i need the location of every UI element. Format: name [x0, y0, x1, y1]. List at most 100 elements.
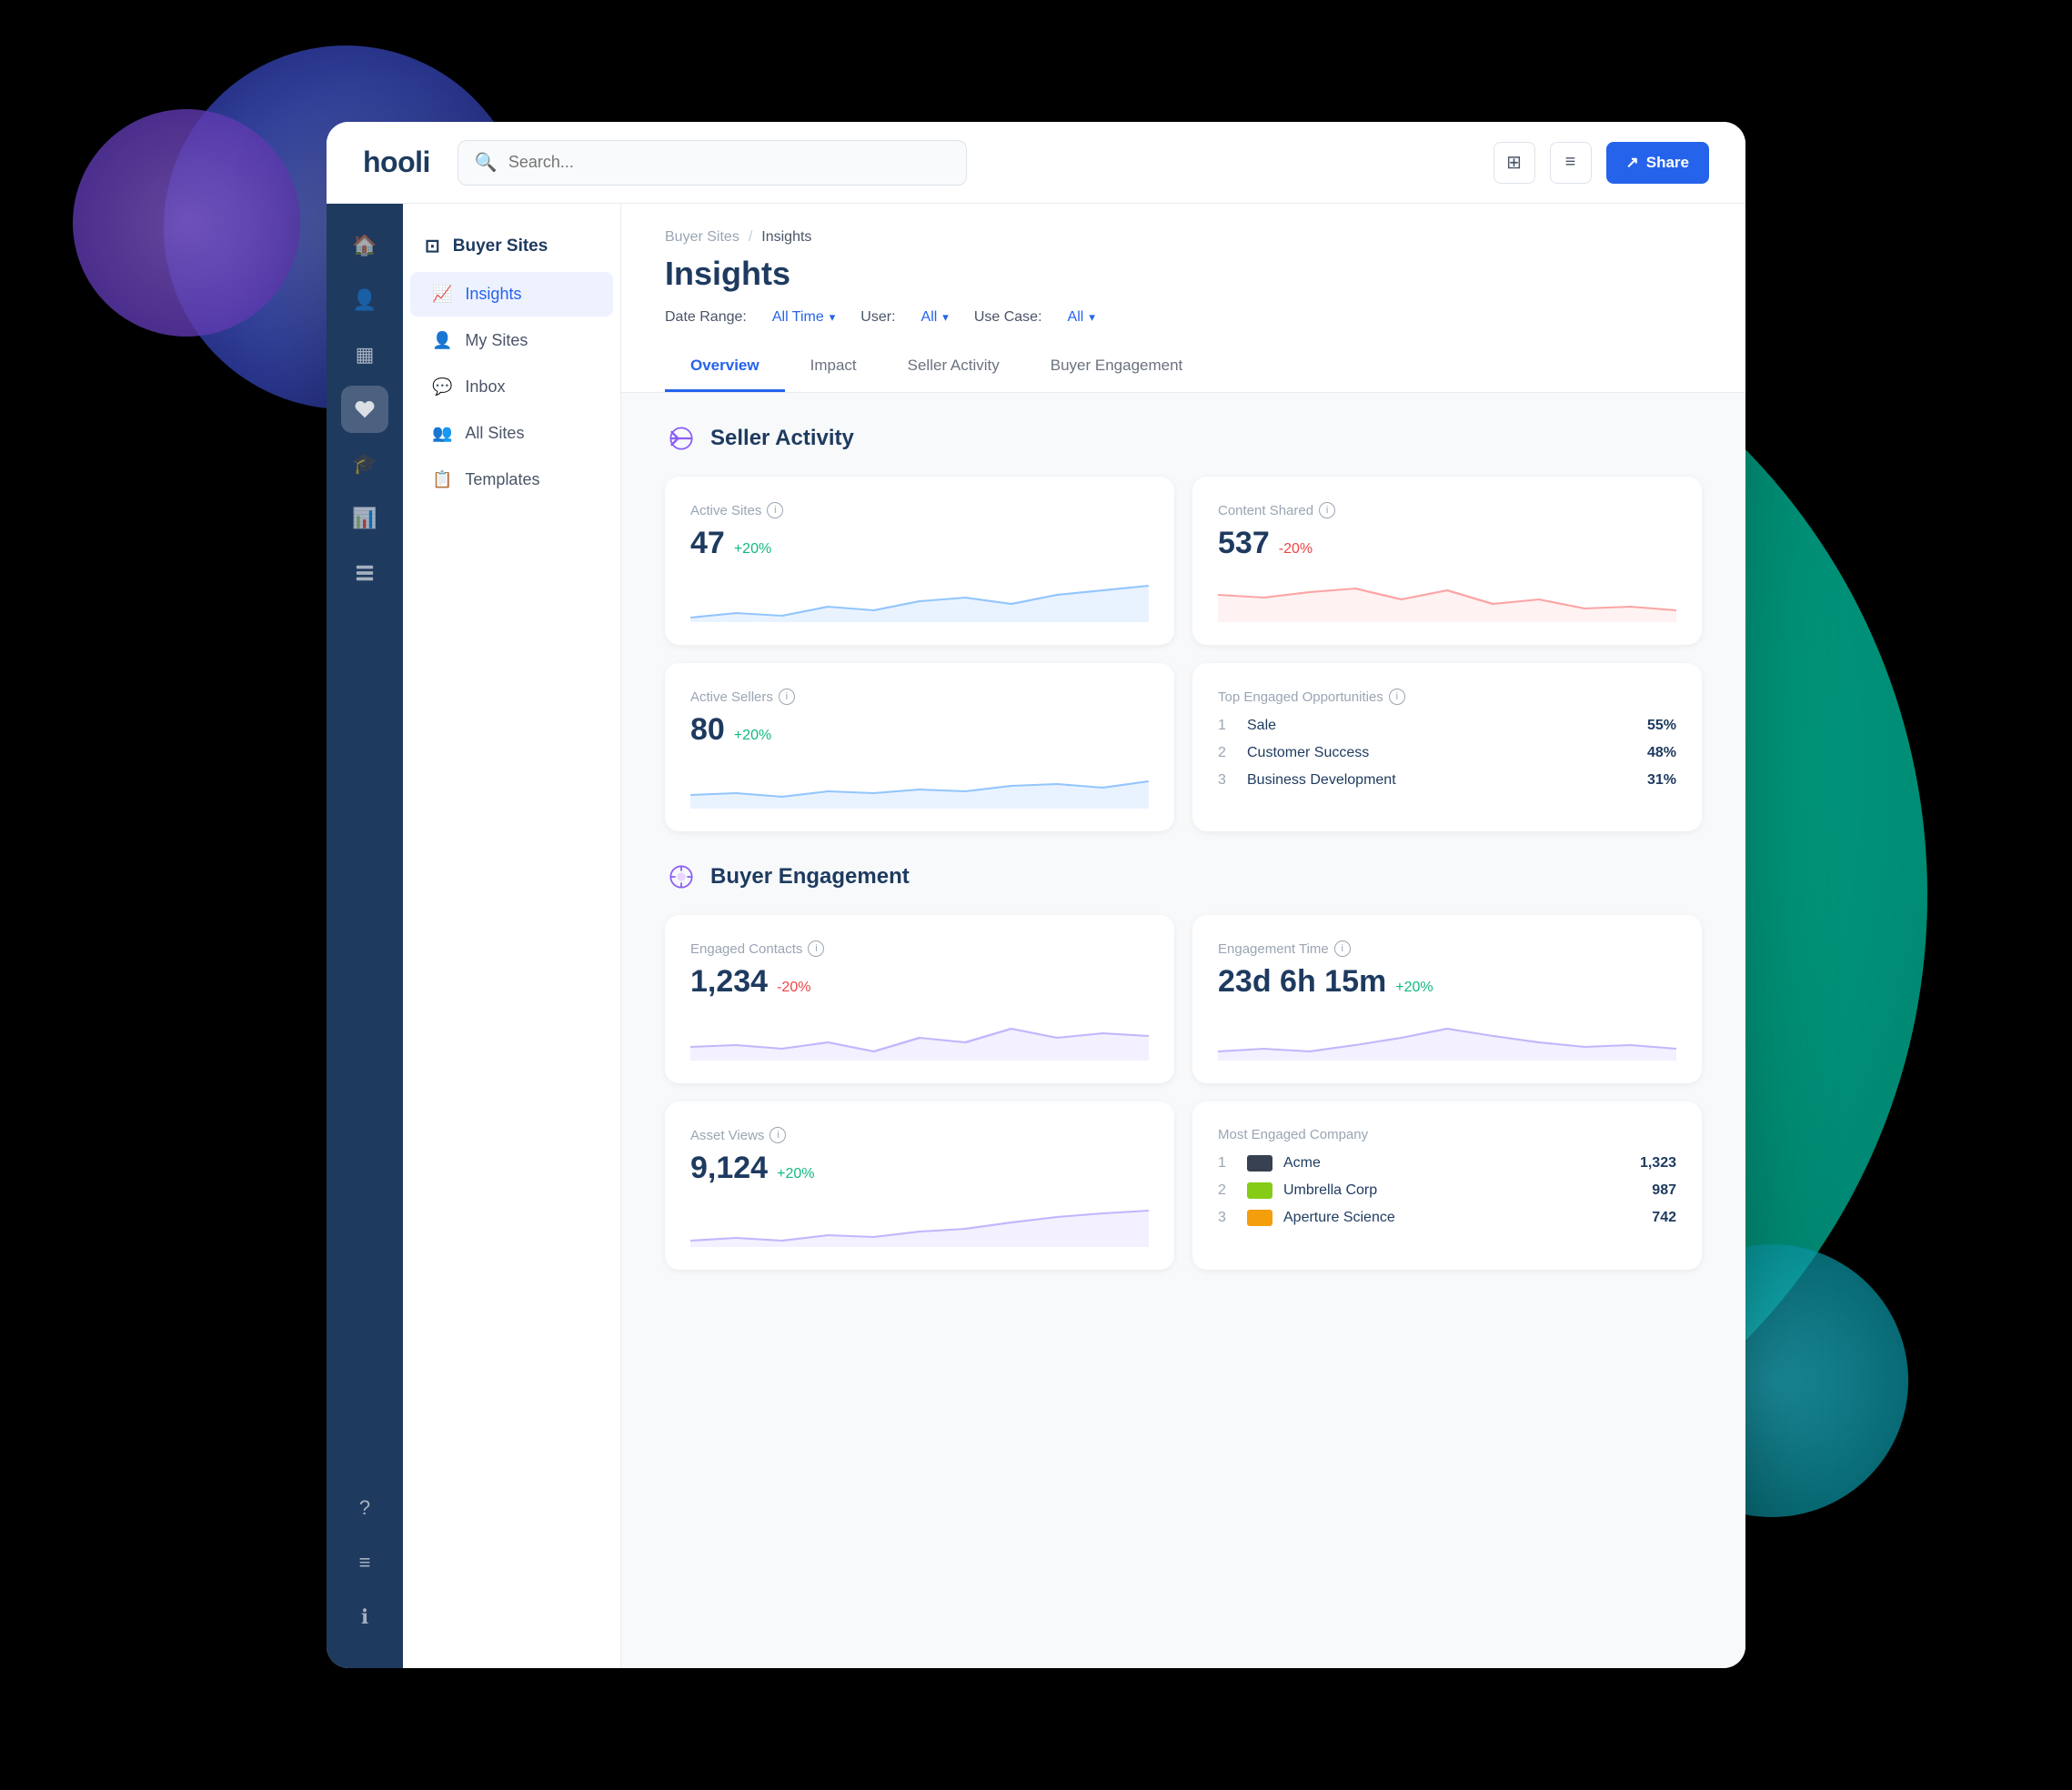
nav-info[interactable]: ℹ: [341, 1594, 388, 1641]
active-sellers-label: Active Sellers i: [690, 689, 1149, 705]
asset-views-value: 9,124: [690, 1151, 768, 1186]
stat-content-shared: Content Shared i 537 -20%: [1192, 477, 1702, 645]
date-range-select[interactable]: All Time ▾: [772, 309, 835, 326]
active-sellers-value: 80: [690, 712, 725, 748]
active-sites-value-row: 47 +20%: [690, 526, 1149, 561]
sidebar-item-all-sites[interactable]: 👥 All Sites: [410, 411, 613, 456]
sidebar-item-insights[interactable]: 📈 Insights: [410, 272, 613, 317]
tab-seller-activity[interactable]: Seller Activity: [882, 342, 1025, 392]
stat-most-engaged-company: Most Engaged Company 1 Acme 1,323: [1192, 1101, 1702, 1270]
company-count-2: 987: [1652, 1182, 1676, 1199]
seller-activity-icon: [665, 422, 698, 455]
seller-stats-grid: Active Sites i 47 +20%: [665, 477, 1702, 831]
use-case-label: Use Case:: [974, 309, 1042, 326]
search-input[interactable]: [508, 153, 950, 172]
use-case-chevron: ▾: [1089, 310, 1095, 325]
user-select[interactable]: All ▾: [921, 309, 949, 326]
asset-views-delta: +20%: [777, 1166, 814, 1182]
user-chevron: ▾: [942, 310, 949, 325]
stat-engaged-contacts: Engaged Contacts i 1,234 -20%: [665, 915, 1174, 1083]
top-engaged-info[interactable]: i: [1389, 689, 1405, 705]
search-icon: 🔍: [475, 151, 498, 174]
tab-overview[interactable]: Overview: [665, 342, 785, 392]
nav-menu-icon[interactable]: ≡: [341, 1539, 388, 1586]
page-header: Buyer Sites / Insights Insights Date Ran…: [621, 204, 1745, 393]
company-name-1: Acme: [1283, 1155, 1629, 1172]
company-item-1: 1 Acme 1,323: [1218, 1150, 1676, 1177]
main-content: Buyer Sites / Insights Insights Date Ran…: [621, 204, 1745, 1668]
buyer-engagement-title: Buyer Engagement: [710, 864, 910, 890]
engagement-time-label: Engagement Time i: [1218, 940, 1676, 957]
search-bar[interactable]: 🔍: [458, 140, 967, 186]
company-item-3: 3 Aperture Science 742: [1218, 1204, 1676, 1232]
asset-views-info[interactable]: i: [769, 1127, 786, 1143]
active-sellers-info[interactable]: i: [779, 689, 795, 705]
sidebar-item-my-sites[interactable]: 👤 My Sites: [410, 318, 613, 363]
content-shared-label: Content Shared i: [1218, 502, 1676, 518]
breadcrumb: Buyer Sites / Insights: [665, 229, 1702, 246]
active-sites-info[interactable]: i: [767, 502, 783, 518]
opp-name-1: Sale: [1247, 718, 1636, 734]
content-shared-info[interactable]: i: [1319, 502, 1335, 518]
tab-buyer-engagement[interactable]: Buyer Engagement: [1025, 342, 1209, 392]
engagement-time-delta: +20%: [1395, 980, 1433, 996]
stat-top-engaged: Top Engaged Opportunities i 1 Sale 55% 2: [1192, 663, 1702, 831]
opportunities-list: 1 Sale 55% 2 Customer Success 48% 3: [1218, 712, 1676, 794]
active-sellers-delta: +20%: [734, 728, 771, 744]
buyer-stats-grid: Engaged Contacts i 1,234 -20%: [665, 915, 1702, 1270]
secondary-nav-header[interactable]: ⊡ Buyer Sites: [403, 222, 620, 270]
list-view-button[interactable]: ≡: [1550, 142, 1592, 184]
content-shared-value-row: 537 -20%: [1218, 526, 1676, 561]
nav-help[interactable]: ?: [341, 1484, 388, 1532]
engagement-time-info[interactable]: i: [1334, 940, 1351, 957]
content-shared-delta: -20%: [1279, 541, 1313, 558]
company-rank-2: 2: [1218, 1182, 1236, 1199]
share-button[interactable]: ↗ Share: [1606, 142, 1710, 184]
most-engaged-company-label: Most Engaged Company: [1218, 1127, 1676, 1142]
nav-handshake[interactable]: [341, 386, 388, 433]
company-list: 1 Acme 1,323 2 Umbrella Corp 987: [1218, 1150, 1676, 1232]
content-shared-sparkline: [1218, 572, 1676, 622]
nav-home[interactable]: 🏠: [341, 222, 388, 269]
seller-activity-header: Seller Activity: [665, 422, 1702, 455]
icon-nav: 🏠 👤 ▦ 🎓 📊 ? ≡ ℹ: [327, 204, 403, 1668]
sidebar-item-inbox[interactable]: 💬 Inbox: [410, 365, 613, 409]
secondary-nav: ⊡ Buyer Sites 📈 Insights 👤 My Sites 💬 In…: [403, 204, 621, 1668]
engaged-contacts-info[interactable]: i: [808, 940, 824, 957]
user-label: User:: [860, 309, 895, 326]
add-view-button[interactable]: ⊞: [1494, 142, 1535, 184]
header: hooli 🔍 ⊞ ≡ ↗ Share: [327, 122, 1745, 204]
company-rank-3: 3: [1218, 1210, 1236, 1226]
company-name-3: Aperture Science: [1283, 1210, 1641, 1226]
engaged-contacts-value: 1,234: [690, 964, 768, 1000]
asset-views-sparkline: [690, 1197, 1149, 1247]
use-case-select[interactable]: All ▾: [1068, 309, 1095, 326]
nav-layouts[interactable]: ▦: [341, 331, 388, 378]
page-body: Seller Activity Active Sites i 47 +20%: [621, 393, 1745, 1328]
inbox-icon: 💬: [432, 377, 452, 397]
opp-item-1: 1 Sale 55%: [1218, 712, 1676, 739]
breadcrumb-current: Insights: [761, 229, 811, 246]
stat-engagement-time: Engagement Time i 23d 6h 15m +20%: [1192, 915, 1702, 1083]
top-engaged-label: Top Engaged Opportunities i: [1218, 689, 1676, 705]
buyer-sites-icon: ⊡: [425, 235, 440, 257]
active-sites-delta: +20%: [734, 541, 771, 558]
company-count-1: 1,323: [1640, 1155, 1676, 1172]
opp-name-3: Business Development: [1247, 772, 1636, 789]
company-name-2: Umbrella Corp: [1283, 1182, 1641, 1199]
insights-icon: 📈: [432, 285, 452, 304]
active-sites-value: 47: [690, 526, 725, 561]
buyer-engagement-header: Buyer Engagement: [665, 860, 1702, 893]
nav-stack[interactable]: [341, 549, 388, 597]
opp-name-2: Customer Success: [1247, 745, 1636, 761]
sidebar-item-templates[interactable]: 📋 Templates: [410, 458, 613, 502]
nav-chart[interactable]: 📊: [341, 495, 388, 542]
content-shared-value: 537: [1218, 526, 1270, 561]
tab-impact[interactable]: Impact: [785, 342, 882, 392]
date-range-label: Date Range:: [665, 309, 747, 326]
nav-contacts[interactable]: 👤: [341, 277, 388, 324]
filter-row: Date Range: All Time ▾ User: All ▾ Use C…: [665, 309, 1702, 331]
breadcrumb-parent[interactable]: Buyer Sites: [665, 229, 739, 246]
nav-education[interactable]: 🎓: [341, 440, 388, 488]
page-title: Insights: [665, 255, 1702, 293]
